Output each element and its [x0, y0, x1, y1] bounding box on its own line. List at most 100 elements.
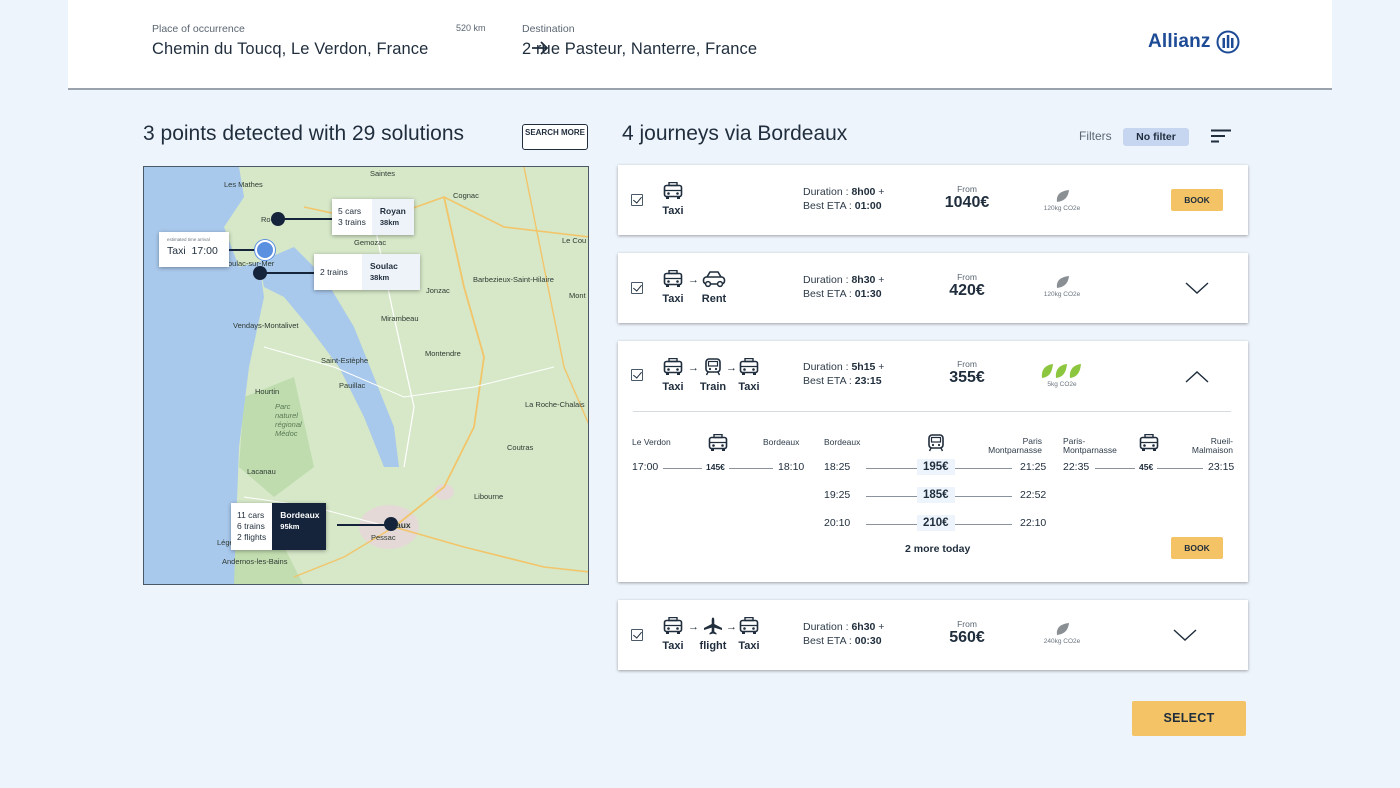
journey-checkbox[interactable]: [631, 369, 643, 381]
price-block: From 1040€: [927, 184, 1007, 212]
taxi-icon: [739, 358, 759, 375]
map-label: Montendre: [425, 349, 461, 358]
sort-icon[interactable]: [1211, 129, 1231, 143]
origin-value[interactable]: Chemin du Toucq, Le Verdon, France: [152, 40, 428, 59]
mode-label: Taxi: [662, 381, 684, 393]
royan-count: 5 cars: [338, 206, 362, 216]
leg3-to: Rueil-Malmaison: [1191, 436, 1233, 455]
taxi-icon: [663, 358, 683, 375]
map-label: Lacanau: [247, 467, 276, 476]
leg2-price[interactable]: 210€: [917, 515, 955, 531]
royan-popup[interactable]: 5 cars 3 trains Royan 38km: [332, 199, 414, 235]
journey-card-1[interactable]: Taxi Duration : 8h00 + Best ETA : 01:00 …: [618, 165, 1248, 235]
journey-card-2[interactable]: Taxi → Rent Duration : 8h30 + Best ETA :…: [618, 253, 1248, 323]
leg1-from: Le Verdon: [632, 437, 671, 447]
leg2-arr: 22:10: [1020, 517, 1047, 529]
leg2-to: Paris Montparnasse: [988, 436, 1042, 455]
taxi-icon: [708, 434, 728, 451]
connector-line: [282, 218, 332, 220]
duration-value: 8h30: [851, 274, 876, 286]
eta-label: Best ETA :: [803, 288, 852, 300]
duration-block: Duration : 8h00 + Best ETA : 01:00: [803, 186, 885, 212]
from-label: From: [957, 184, 977, 194]
distance-label: 520 km: [456, 23, 486, 33]
filters-label: Filters: [1079, 129, 1112, 143]
current-location-pin[interactable]: [255, 240, 275, 260]
journey-checkbox[interactable]: [631, 194, 643, 206]
book-button[interactable]: BOOK: [1171, 189, 1223, 211]
journey-checkbox[interactable]: [631, 282, 643, 294]
mode-label: Rent: [701, 293, 727, 305]
leaf-icon: [1041, 364, 1081, 378]
divider: [633, 411, 1231, 412]
bordeaux-city: Bordeaux: [280, 510, 320, 520]
price-block: From 420€: [927, 272, 1007, 300]
journey-card-3[interactable]: Taxi → Train → Taxi Duration : 5h15 + Be…: [618, 341, 1248, 582]
mode-label: Taxi: [662, 293, 684, 305]
journey-card-4[interactable]: Taxi → flight → Taxi Duration : 6h30 + B…: [618, 600, 1248, 670]
duration-block: Duration : 6h30 + Best ETA : 00:30: [803, 621, 885, 647]
train-icon: [705, 358, 721, 376]
taxi-icon: [1139, 434, 1159, 451]
bordeaux-popup[interactable]: 11 cars 6 trains 2 flights Bordeaux 95km: [231, 503, 327, 550]
soulac-popup[interactable]: 2 trains Soulac 38km: [314, 254, 420, 290]
price-value: 355€: [949, 369, 985, 386]
mode-label: Taxi: [662, 205, 684, 217]
filter-chip[interactable]: No filter: [1123, 128, 1189, 146]
chevron-up-icon[interactable]: [1185, 370, 1209, 384]
co2-value: 120kg CO2e: [1043, 291, 1081, 298]
co2-block: 120kg CO2e: [1037, 189, 1087, 212]
co2-block: 5kg CO2e: [1037, 363, 1087, 388]
airplane-icon: [704, 617, 722, 635]
route-map[interactable]: Les Mathes Saintes Cognac Ro Gemozac Le …: [143, 166, 589, 585]
map-label: Saint-Estèphe: [321, 356, 369, 365]
leg2-arr: 22:52: [1020, 489, 1047, 501]
map-label: Mirambeau: [381, 314, 419, 323]
leg1-to: Bordeaux: [763, 437, 800, 447]
price-value: 1040€: [944, 194, 990, 211]
mode-flight: flight: [697, 617, 729, 652]
duration-block: Duration : 5h15 + Best ETA : 23:15: [803, 361, 885, 387]
taxi-icon: [739, 617, 759, 634]
map-label: Saintes: [370, 169, 396, 178]
mode-train: Train: [698, 358, 728, 393]
destination-value[interactable]: 2 rue Pasteur, Nanterre, France: [522, 40, 757, 59]
duration-block: Duration : 8h30 + Best ETA : 01:30: [803, 274, 885, 300]
eta-value: 01:00: [854, 200, 882, 212]
more-trains-link[interactable]: 2 more today: [905, 543, 970, 555]
start-eta-popup[interactable]: estimated time arrival Taxi 17:00: [159, 232, 229, 267]
journey-checkbox[interactable]: [631, 629, 643, 641]
bordeaux-count: 6 trains: [237, 521, 265, 531]
map-label: Pessac: [371, 533, 396, 542]
top-header: Place of occurrence Chemin du Toucq, Le …: [68, 0, 1332, 88]
book-button[interactable]: BOOK: [1171, 537, 1223, 559]
duration-label: Duration :: [803, 274, 849, 286]
chevron-down-icon[interactable]: [1173, 628, 1197, 642]
leg2-from: Bordeaux: [824, 437, 861, 447]
leg3-arr: 23:15: [1208, 461, 1235, 473]
mode-label: Taxi: [738, 640, 760, 652]
map-label: Pauillac: [339, 381, 366, 390]
mode-taxi: Taxi: [660, 358, 686, 393]
soulac-count: 2 trains: [320, 267, 348, 277]
journeys-title: 4 journeys via Bordeaux: [622, 122, 848, 145]
eta-value: 23:15: [854, 375, 882, 387]
map-label: Les Mathes: [224, 180, 263, 189]
map-label: Cognac: [453, 191, 479, 200]
leg2-price[interactable]: 195€: [917, 459, 955, 475]
bordeaux-count: 11 cars: [237, 510, 265, 520]
map-label: Ro: [261, 215, 271, 224]
mode-taxi: Taxi: [736, 358, 762, 393]
eta-value: 00:30: [854, 635, 882, 647]
co2-value: 120kg CO2e: [1043, 205, 1081, 212]
search-more-button[interactable]: SEARCH MORE: [522, 124, 588, 150]
map-label: Hourtin: [255, 387, 280, 396]
leg2-price[interactable]: 185€: [917, 487, 955, 503]
map-label: Parc naturel régional Médoc: [275, 402, 302, 438]
select-button[interactable]: SELECT: [1132, 701, 1246, 736]
chevron-down-icon[interactable]: [1185, 281, 1209, 295]
leg3-dep: 22:35: [1063, 461, 1090, 473]
leg2-dep: 20:10: [824, 517, 851, 529]
from-label: From: [957, 619, 977, 629]
leaf-icon: [1056, 623, 1069, 635]
